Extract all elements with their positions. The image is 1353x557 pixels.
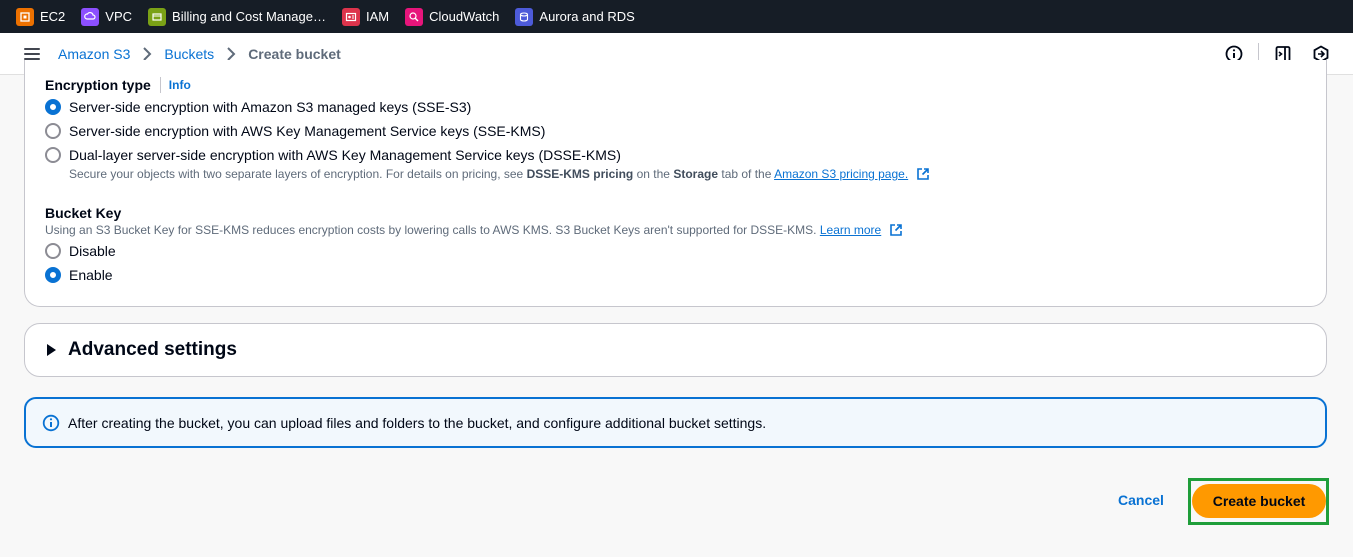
service-favorites-bar: EC2 VPC Billing and Cost Manage… IAM Clo… — [0, 0, 1353, 33]
bucket-key-title: Bucket Key — [45, 205, 122, 221]
radio-sse-s3[interactable]: Server-side encryption with Amazon S3 ma… — [45, 99, 471, 115]
bucket-key-description: Using an S3 Bucket Key for SSE-KMS reduc… — [45, 223, 903, 240]
desc-bold-pricing: DSSE-KMS pricing — [526, 167, 634, 181]
radio-label: Disable — [69, 243, 116, 259]
favorite-billing[interactable]: Billing and Cost Manage… — [148, 0, 326, 33]
radio-label: Dual-layer server-side encryption with A… — [69, 147, 621, 163]
favorite-ec2[interactable]: EC2 — [16, 0, 65, 33]
desc-text: on the — [636, 167, 670, 181]
create-bucket-button[interactable]: Create bucket — [1192, 484, 1326, 518]
vpc-icon — [81, 7, 100, 26]
radio-bucket-key-disable[interactable]: Disable — [45, 243, 116, 259]
radio-bucket-key-enable[interactable]: Enable — [45, 267, 113, 283]
favorite-label: Billing and Cost Manage… — [172, 9, 326, 24]
bucket-key-heading: Bucket Key — [45, 205, 121, 221]
encryption-type-heading: Encryption type Info — [45, 77, 191, 93]
radio-label: Server-side encryption with AWS Key Mana… — [69, 123, 546, 139]
billing-icon — [148, 7, 167, 26]
chevron-right-icon — [142, 46, 152, 61]
favorite-label: VPC — [105, 9, 133, 24]
radio-button-selected[interactable] — [45, 99, 61, 115]
desc-text: Using an S3 Bucket Key for SSE-KMS reduc… — [45, 223, 817, 237]
favorite-aurora-rds[interactable]: Aurora and RDS — [515, 0, 635, 33]
favorite-cloudwatch[interactable]: CloudWatch — [405, 0, 499, 33]
menu-icon[interactable] — [24, 47, 40, 60]
favorite-label: EC2 — [40, 9, 66, 24]
dsse-kms-description: Secure your objects with two separate la… — [69, 167, 930, 184]
info-circle-icon — [42, 414, 60, 432]
radio-button[interactable] — [45, 243, 61, 259]
radio-dsse-kms[interactable]: Dual-layer server-side encryption with A… — [45, 147, 621, 163]
external-link-icon[interactable] — [889, 223, 903, 240]
desc-text: tab of the — [721, 167, 772, 181]
radio-label: Server-side encryption with Amazon S3 ma… — [69, 99, 472, 115]
radio-label: Enable — [69, 267, 113, 283]
external-link-icon[interactable] — [916, 167, 930, 184]
learn-more-link[interactable]: Learn more — [820, 223, 881, 237]
chevron-right-icon — [226, 46, 236, 61]
desc-bold-storage: Storage — [673, 167, 719, 181]
radio-button-selected[interactable] — [45, 267, 61, 283]
cloudwatch-icon — [405, 7, 424, 26]
desc-text: Secure your objects with two separate la… — [69, 167, 524, 181]
cancel-button[interactable]: Cancel — [1108, 488, 1174, 514]
advanced-settings-expander[interactable]: Advanced settings — [24, 323, 1327, 377]
advanced-settings-title: Advanced settings — [68, 339, 237, 360]
encryption-type-title: Encryption type — [45, 77, 151, 93]
radio-button[interactable] — [45, 147, 61, 163]
radio-button[interactable] — [45, 123, 61, 139]
iam-icon — [341, 7, 360, 26]
favorite-label: CloudWatch — [429, 9, 500, 24]
radio-sse-kms[interactable]: Server-side encryption with AWS Key Mana… — [45, 123, 545, 139]
ec2-icon — [16, 7, 34, 26]
favorite-vpc[interactable]: VPC — [81, 0, 132, 33]
info-link[interactable]: Info — [159, 77, 191, 93]
favorite-iam[interactable]: IAM — [341, 0, 390, 33]
s3-pricing-link[interactable]: Amazon S3 pricing page. — [774, 167, 908, 181]
info-alert: After creating the bucket, you can uploa… — [24, 397, 1327, 448]
favorite-label: IAM — [365, 9, 390, 24]
alert-text: After creating the bucket, you can uploa… — [68, 414, 767, 431]
caret-right-icon — [47, 344, 56, 356]
rds-icon — [515, 7, 534, 26]
favorite-label: Aurora and RDS — [539, 9, 635, 24]
